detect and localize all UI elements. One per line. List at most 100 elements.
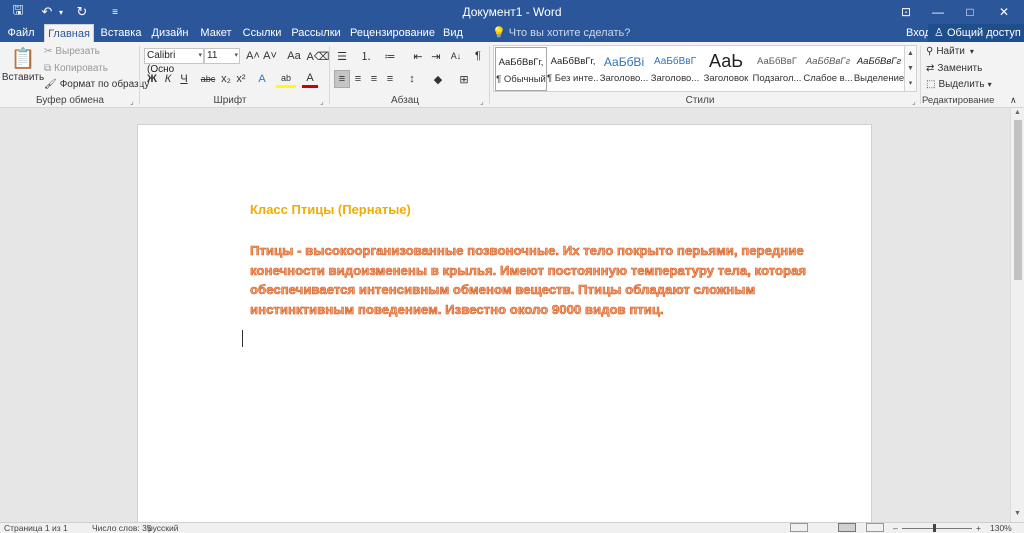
chevron-down-icon: ▾ <box>234 52 238 59</box>
borders-icon[interactable]: ⊞ <box>456 70 472 88</box>
group-divider <box>920 46 921 104</box>
highlight-icon[interactable]: ab <box>276 70 296 88</box>
decrease-indent-icon[interactable]: ⇤ <box>410 47 426 65</box>
numbering-icon[interactable]: ⒈ <box>358 47 374 65</box>
style-subtitle[interactable]: АаБбВвГ Подзагол... <box>751 47 803 91</box>
align-center-icon[interactable]: ≡ <box>350 70 366 88</box>
person-icon: ♙ <box>934 27 944 39</box>
select-button[interactable]: ⬚ Выделить ▾ <box>926 79 992 90</box>
show-marks-icon[interactable]: ¶ <box>470 47 486 65</box>
style-name: Заголово... <box>650 73 700 84</box>
zoom-level[interactable]: 130% <box>990 523 1012 533</box>
word-count[interactable]: Число слов: 35 <box>92 523 152 533</box>
shading-icon[interactable]: ◆ <box>430 70 446 88</box>
font-launcher-icon[interactable]: ⌟ <box>320 97 324 106</box>
tab-layout[interactable]: Макет <box>198 24 234 42</box>
strikethrough-icon[interactable]: abc <box>198 70 218 88</box>
paste-label: Вставить <box>1 72 45 83</box>
superscript-icon[interactable]: x² <box>233 70 249 88</box>
scroll-up-icon[interactable]: ▲ <box>1014 109 1021 116</box>
scroll-down-icon[interactable]: ▼ <box>1014 510 1021 517</box>
font-color-icon[interactable]: A <box>302 70 318 88</box>
zoom-slider[interactable] <box>902 528 972 529</box>
grow-font-icon[interactable]: A˄ <box>245 47 261 65</box>
styles-group-label: Стили <box>685 95 715 106</box>
replace-button[interactable]: ⇄ Заменить <box>926 63 982 74</box>
line-spacing-icon[interactable]: ↕ <box>404 70 420 88</box>
language-indicator[interactable]: русский <box>148 523 179 533</box>
share-button[interactable]: ♙ Общий доступ <box>928 24 1024 42</box>
increase-indent-icon[interactable]: ⇥ <box>428 47 444 65</box>
read-mode-icon[interactable] <box>790 523 808 532</box>
clear-formatting-icon[interactable]: A⌫ <box>307 47 330 65</box>
search-icon: ⚲ <box>926 46 934 57</box>
group-divider <box>489 46 490 104</box>
scrollbar-thumb[interactable] <box>1014 120 1022 280</box>
font-name-combo[interactable]: Calibri (Осно ▾ <box>144 48 204 75</box>
style-sample: АаЬ <box>708 51 744 71</box>
font-size-combo[interactable]: 11 ▾ <box>204 48 240 64</box>
zoom-out-icon[interactable]: – <box>893 523 898 533</box>
web-layout-icon[interactable] <box>866 523 884 532</box>
collapse-ribbon-icon[interactable]: ∧ <box>1010 95 1017 106</box>
ribbon-tabs: Файл Главная Вставка Дизайн Макет Ссылки… <box>0 24 1024 42</box>
tab-mailings[interactable]: Рассылки <box>290 24 342 42</box>
bullets-icon[interactable]: ☰ <box>334 47 350 65</box>
scroll-up-icon[interactable]: ▲ <box>905 46 916 61</box>
clipboard-launcher-icon[interactable]: ⌟ <box>130 97 134 106</box>
chevron-down-icon: ▾ <box>198 52 202 59</box>
maximize-icon[interactable]: □ <box>956 0 984 24</box>
page-count[interactable]: Страница 1 из 1 <box>4 523 68 533</box>
zoom-slider-thumb[interactable] <box>933 524 936 532</box>
tell-me-box[interactable]: 💡 Что вы хотите сделать? <box>492 24 630 42</box>
align-right-icon[interactable]: ≡ <box>366 70 382 88</box>
style-no-spacing[interactable]: АаБбВвГг, ¶ Без инте... <box>547 47 599 91</box>
text-effects-icon[interactable]: A <box>254 70 270 88</box>
tab-design[interactable]: Дизайн <box>150 24 190 42</box>
ribbon-display-options-icon[interactable]: ⊡ <box>892 0 920 24</box>
style-title[interactable]: АаЬ Заголовок <box>700 47 752 91</box>
style-emphasis[interactable]: АаБбВвГг Выделение <box>853 47 905 91</box>
multilevel-list-icon[interactable]: ≔ <box>382 47 398 65</box>
style-heading-1[interactable]: АаБбВі Заголово... <box>598 47 650 91</box>
tab-references[interactable]: Ссылки <box>242 24 282 42</box>
styles-launcher-icon[interactable]: ⌟ <box>912 97 916 106</box>
scroll-down-icon[interactable]: ▼ <box>905 61 916 76</box>
style-normal[interactable]: АаБбВвГг, ¶ Обычный <box>495 47 547 91</box>
style-heading-2[interactable]: АаБбВвГ Заголово... <box>649 47 701 91</box>
format-painter-button[interactable]: 🖌 Формат по образцу <box>44 79 149 90</box>
paragraph-launcher-icon[interactable]: ⌟ <box>480 97 484 106</box>
tab-home[interactable]: Главная <box>44 24 94 42</box>
change-case-icon[interactable]: Aa <box>283 47 305 65</box>
tab-insert[interactable]: Вставка <box>99 24 143 42</box>
tab-view[interactable]: Вид <box>440 24 466 42</box>
bold-icon[interactable]: Ж <box>144 70 160 88</box>
document-page[interactable]: Класс Птицы (Пернатые) Птицы - высокоорг… <box>137 124 872 533</box>
zoom-in-icon[interactable]: + <box>976 523 981 533</box>
copy-button[interactable]: ⧉ Копировать <box>44 63 108 74</box>
chevron-down-icon: ▾ <box>969 47 974 56</box>
style-subtle-emphasis[interactable]: АаБбВвГг Слабое в... <box>802 47 854 91</box>
subscript-icon[interactable]: x₂ <box>218 70 234 88</box>
vertical-scrollbar[interactable]: ▲ ▼ <box>1010 108 1024 522</box>
close-icon[interactable]: ✕ <box>990 0 1018 24</box>
paste-button[interactable]: 📋 Вставить <box>2 46 44 92</box>
sort-icon[interactable]: A↓ <box>448 47 464 65</box>
minimize-icon[interactable]: — <box>924 0 952 24</box>
find-button[interactable]: ⚲ Найти ▾ <box>926 46 974 57</box>
align-left-icon[interactable]: ≡ <box>334 70 350 88</box>
cut-button[interactable]: ✂ Вырезать <box>44 46 100 57</box>
italic-icon[interactable]: К <box>160 70 176 88</box>
paragraph-group-label: Абзац <box>390 95 420 106</box>
replace-icon: ⇄ <box>926 63 935 74</box>
shrink-font-icon[interactable]: A˅ <box>262 47 278 65</box>
print-layout-icon[interactable] <box>838 523 856 532</box>
document-paragraph[interactable]: Птицы - высокоорганизованные позвоночные… <box>250 241 820 319</box>
tab-review[interactable]: Рецензирование <box>350 24 435 42</box>
document-heading[interactable]: Класс Птицы (Пернатые) <box>250 202 411 217</box>
style-sample: АаБбВвГ <box>757 56 797 67</box>
justify-icon[interactable]: ≡ <box>382 70 398 88</box>
tab-file[interactable]: Файл <box>4 24 38 42</box>
underline-icon[interactable]: Ч <box>176 70 192 88</box>
more-styles-icon[interactable]: ▾ <box>905 76 916 91</box>
